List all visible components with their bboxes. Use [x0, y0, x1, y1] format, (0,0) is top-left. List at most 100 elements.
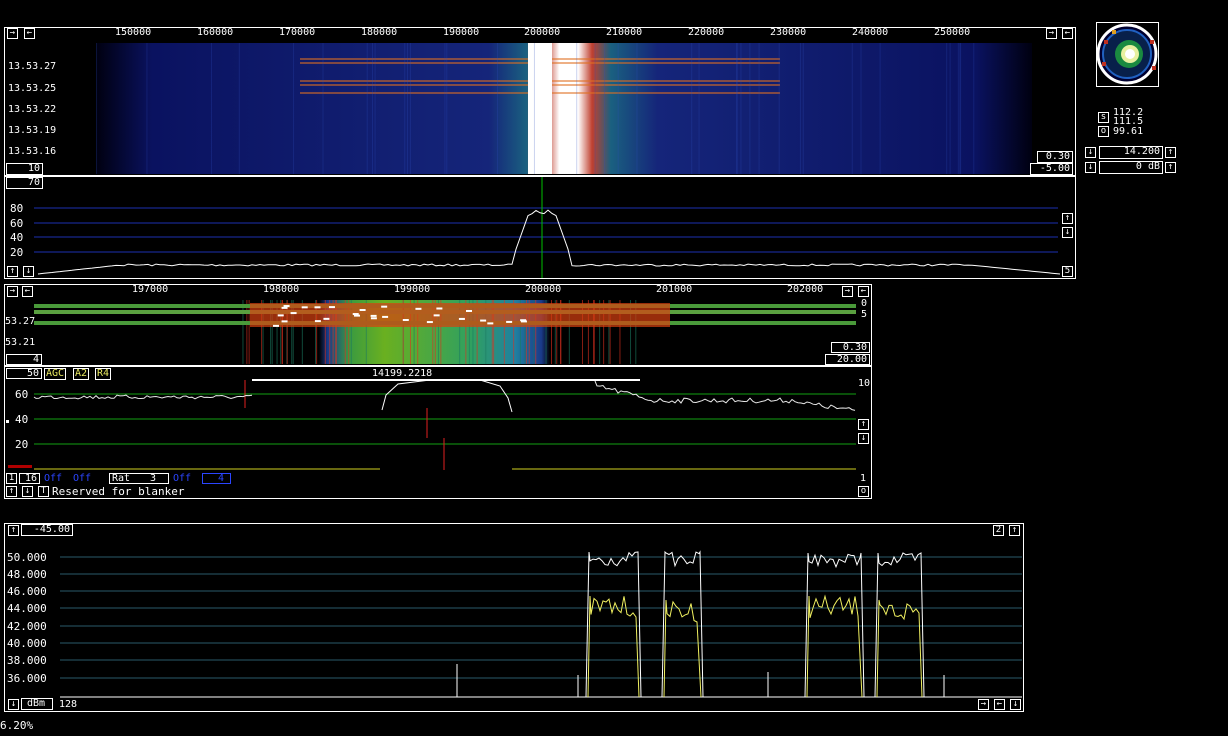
nwf-gain-box[interactable]: 0.30: [831, 342, 870, 353]
polar-meter: [1096, 22, 1159, 87]
nwf-avg-box[interactable]: 4: [6, 354, 42, 365]
y-label: 42.000: [7, 620, 47, 633]
wf-gain-box[interactable]: 0.30: [1037, 151, 1073, 163]
wf-zero-box[interactable]: -5.00: [1030, 163, 1073, 175]
spectrum-scale-box[interactable]: 5: [1062, 266, 1073, 277]
freq-up-button[interactable]: ↑: [1165, 147, 1176, 158]
center-frequency: 14199.2218: [372, 368, 433, 379]
cpu-load: 6.20%: [0, 719, 34, 732]
y-label: 36.000: [7, 672, 47, 685]
wide-waterfall-frame[interactable]: [4, 27, 1076, 176]
gain-down-button[interactable]: ↓: [1085, 162, 1096, 173]
graph-top-value[interactable]: -45.00: [21, 524, 73, 536]
nwf-zero-box[interactable]: 20.00: [825, 354, 870, 365]
time-label: 13.53.22: [8, 104, 57, 115]
freq-tick: 190000: [443, 27, 480, 38]
blue-value: 4: [218, 473, 225, 484]
gain-value[interactable]: 0 dB: [1099, 161, 1163, 174]
freq-tick: 199000: [394, 284, 431, 295]
arrow-down-icon[interactable]: ↓: [858, 433, 869, 444]
arrow-down-icon[interactable]: ↓: [1010, 699, 1021, 710]
o-button[interactable]: o: [858, 486, 869, 497]
arrow-left-icon[interactable]: ←: [994, 699, 1005, 710]
time-label: 13.53.16: [8, 146, 57, 157]
y-label: 60: [15, 388, 29, 401]
arrow-right-icon[interactable]: →: [7, 286, 18, 297]
y-label: 20: [10, 246, 24, 259]
arrow-right-icon[interactable]: →: [7, 28, 18, 39]
meter-value: 99.61: [1113, 126, 1144, 137]
freq-down-button[interactable]: ↓: [1085, 147, 1096, 158]
box-1[interactable]: 1: [6, 473, 17, 484]
off-toggle-3[interactable]: Off: [173, 473, 191, 484]
arrow-down-icon[interactable]: ↓: [22, 486, 33, 497]
time-label: 53.27: [5, 316, 36, 327]
off-toggle-1[interactable]: Off: [44, 473, 62, 484]
time-label: 53.21: [5, 337, 36, 348]
time-label: 13.53.27: [8, 61, 57, 72]
arrow-down-icon[interactable]: ↓: [8, 699, 19, 710]
wide-spectrum-frame[interactable]: [4, 176, 1076, 279]
freq-tick: 240000: [852, 27, 889, 38]
narrow-waterfall-frame[interactable]: [4, 284, 872, 366]
freq-tick: 170000: [279, 27, 316, 38]
graph-bottom-value: 128: [59, 699, 78, 710]
gain-up-button[interactable]: ↑: [1165, 162, 1176, 173]
blue-value-box[interactable]: [202, 473, 231, 484]
freq-tick: 197000: [132, 284, 169, 295]
arrow-right-icon[interactable]: →: [978, 699, 989, 710]
arrow-up-icon[interactable]: ↑: [7, 266, 18, 277]
level-bar: [8, 465, 32, 468]
unit-box[interactable]: dBm: [21, 698, 53, 710]
rat-value: 3: [150, 473, 157, 484]
off-toggle-2[interactable]: Off: [73, 473, 91, 484]
status-text: Reserved for blanker: [52, 485, 185, 498]
y-label: 50.000: [7, 551, 47, 564]
y-label: 44.000: [7, 602, 47, 615]
t-button[interactable]: T: [38, 486, 49, 497]
y-label: 40: [15, 413, 29, 426]
arrow-left-icon[interactable]: ←: [22, 286, 33, 297]
spectrum-avg-box[interactable]: 70: [6, 177, 43, 189]
arrow-right-icon[interactable]: →: [842, 286, 853, 297]
arrow-left-icon[interactable]: ←: [1062, 28, 1073, 39]
graph-scale-box[interactable]: 2: [993, 525, 1004, 536]
freq-tick: 202000: [787, 284, 824, 295]
nsp-avg-box[interactable]: 50: [6, 368, 42, 379]
arrow-down-icon[interactable]: ↓: [23, 266, 34, 277]
wf-avg-box[interactable]: 10: [6, 163, 43, 175]
freq-tick: 250000: [934, 27, 971, 38]
arrow-up-icon[interactable]: ↑: [8, 525, 19, 536]
nwf-side-label: 5: [861, 309, 868, 320]
agc-toggle[interactable]: AGC: [44, 368, 67, 380]
box-16[interactable]: 16: [19, 473, 40, 484]
arrow-left-icon[interactable]: ←: [24, 28, 35, 39]
a2-toggle[interactable]: A2: [73, 368, 90, 380]
freq-tick: 210000: [606, 27, 643, 38]
r4-toggle[interactable]: R4: [95, 368, 112, 380]
y-label: 20: [15, 438, 29, 451]
arrow-up-icon[interactable]: ↑: [858, 419, 869, 430]
time-label: 13.53.19: [8, 125, 57, 136]
arrow-up-icon[interactable]: ↑: [1009, 525, 1020, 536]
y-label: 48.000: [7, 568, 47, 581]
freq-value[interactable]: 14.200: [1099, 146, 1163, 159]
arrow-down-icon[interactable]: ↓: [1062, 227, 1073, 238]
freq-tick: 230000: [770, 27, 807, 38]
y-label: 80: [10, 202, 24, 215]
arrow-left-icon[interactable]: ←: [858, 286, 869, 297]
y-label: 40: [10, 231, 24, 244]
arrow-up-icon[interactable]: ↑: [1062, 213, 1073, 224]
arrow-right-icon[interactable]: →: [1046, 28, 1057, 39]
y-label: 40.000: [7, 637, 47, 650]
freq-tick: 201000: [656, 284, 693, 295]
arrow-up-icon[interactable]: ↑: [6, 486, 17, 497]
marker-dot: [6, 420, 9, 423]
freq-tick: 198000: [263, 284, 300, 295]
y-label: 46.000: [7, 585, 47, 598]
nsp-side-label: 1: [860, 473, 867, 484]
freq-tick: 200000: [524, 27, 561, 38]
time-label: 13.53.25: [8, 83, 57, 94]
signal-graph-frame[interactable]: [4, 523, 1024, 712]
s-meter-label: s: [1098, 112, 1109, 123]
